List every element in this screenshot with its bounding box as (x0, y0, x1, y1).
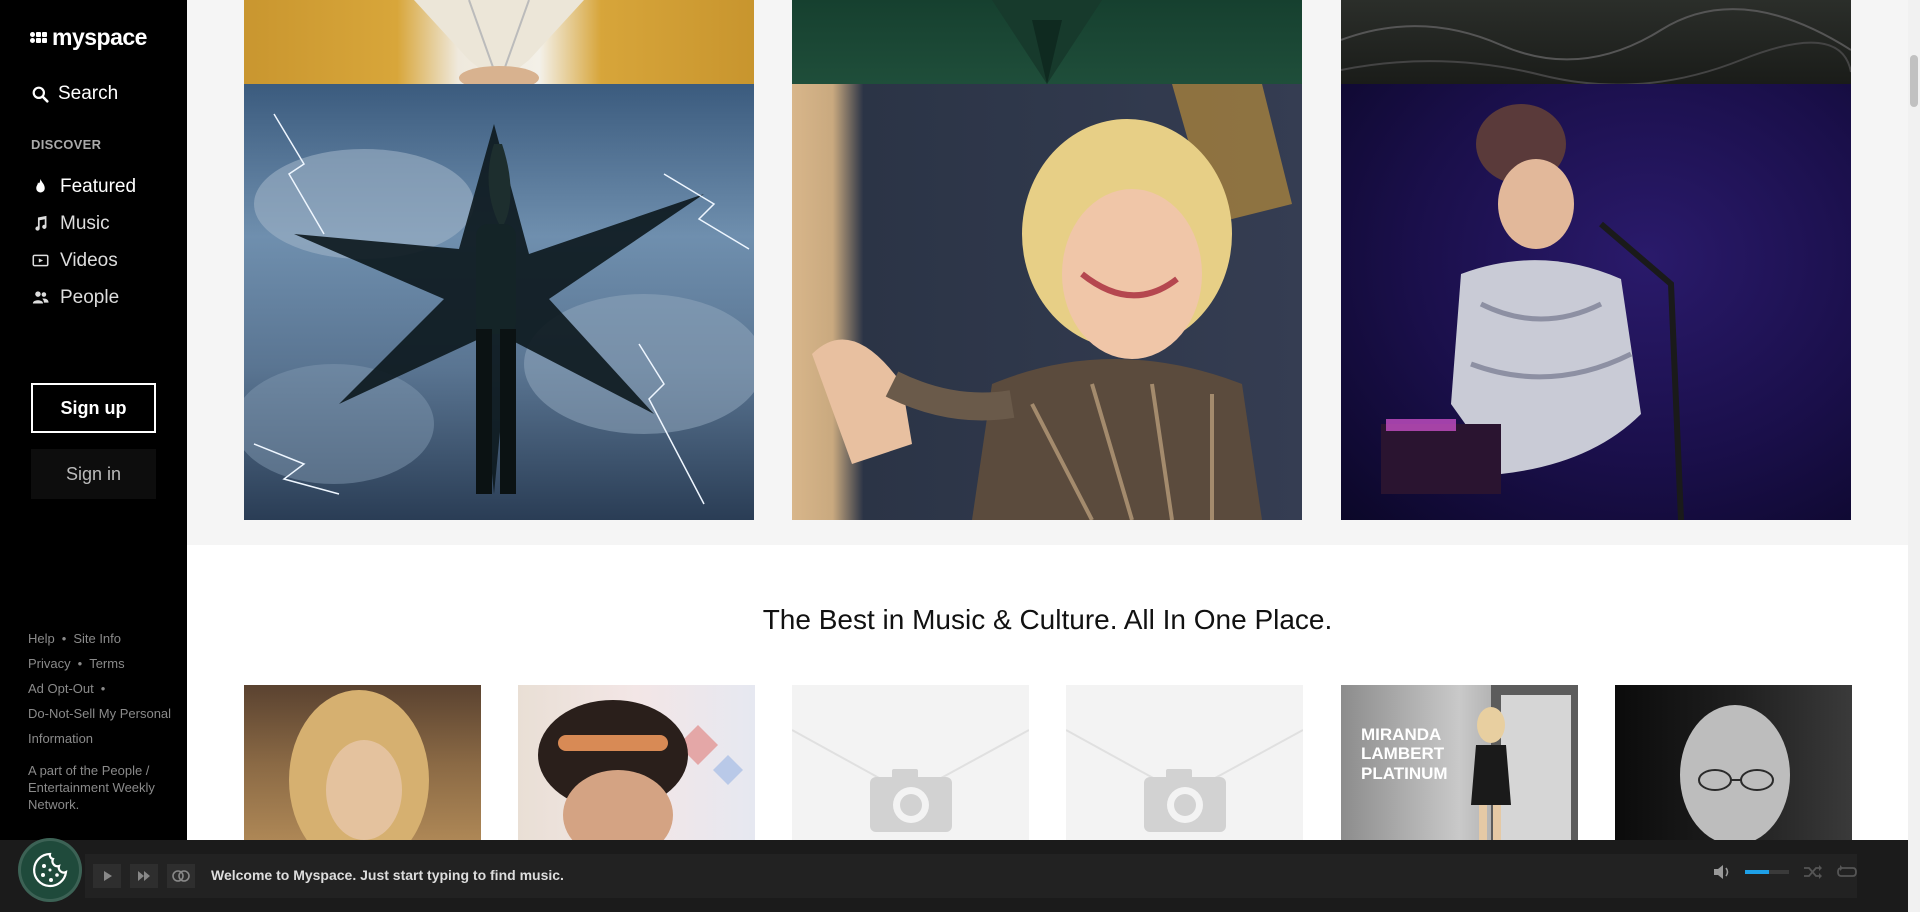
cookie-settings-button[interactable] (18, 838, 82, 902)
player-controls-row: Welcome to Myspace. Just start typing to… (85, 854, 1857, 898)
volume-icon[interactable] (1713, 864, 1731, 880)
people-icon (32, 291, 49, 304)
volume-level (1745, 870, 1770, 874)
dark-texture-art (1341, 8, 1851, 84)
music-player-bar: Welcome to Myspace. Just start typing to… (0, 840, 1908, 912)
connect-button[interactable] (167, 864, 195, 888)
artist-photo-bw-man-glasses[interactable] (1615, 685, 1852, 840)
site-info-link[interactable]: Site Info (73, 631, 121, 646)
logo-mark-icon (30, 32, 47, 43)
scrollbar-thumb[interactable] (1910, 55, 1918, 107)
main-content: The Best in Music & Culture. All In One … (187, 0, 1908, 840)
page-scrollbar[interactable] (1908, 0, 1920, 912)
artist-photo-blonde-singer[interactable] (244, 685, 481, 840)
player-right-controls (1713, 864, 1857, 880)
thumb-art (538, 700, 743, 840)
featured-tile-storm-artist[interactable] (244, 84, 754, 520)
video-icon (32, 254, 49, 267)
album-text-line-2: LAMBERT (1361, 744, 1445, 763)
network-note: A part of the People / Entertainment Wee… (28, 763, 155, 812)
thumb-art (289, 690, 429, 840)
nav-item-videos[interactable]: Videos (32, 242, 136, 279)
shuffle-icon[interactable] (1803, 864, 1823, 880)
nav-label: People (60, 286, 120, 308)
player-welcome-message: Welcome to Myspace. Just start typing to… (211, 867, 564, 883)
album-cover-art: MIRANDA LAMBERT PLATINUM (1361, 685, 1578, 840)
nav-item-people[interactable]: People (32, 279, 136, 316)
volume-slider[interactable] (1745, 870, 1789, 874)
cookie-icon (33, 852, 68, 888)
discover-nav: Featured Music Videos People (32, 168, 136, 316)
camera-placeholder[interactable] (792, 685, 1029, 840)
fast-forward-icon (138, 871, 150, 881)
separator-dot: • (77, 656, 83, 671)
shirt-collar-art (414, 0, 584, 84)
nav-item-featured[interactable]: Featured (32, 168, 136, 205)
section-title: The Best in Music & Culture. All In One … (762, 604, 1333, 635)
music-note-icon (35, 215, 47, 231)
connect-rings-icon (172, 870, 190, 882)
terms-link[interactable]: Terms (89, 656, 124, 671)
help-link[interactable]: Help (28, 631, 55, 646)
play-button[interactable] (93, 864, 121, 888)
album-text-line-3: PLATINUM (1361, 764, 1448, 783)
thumb-art (1680, 705, 1790, 840)
nav-label: Music (60, 212, 110, 234)
nav-label: Videos (60, 249, 118, 271)
album-cover-platinum[interactable]: MIRANDA LAMBERT PLATINUM (1341, 685, 1578, 840)
do-not-sell-link[interactable]: Do-Not-Sell My Personal Information (28, 706, 171, 746)
separator-dot: • (61, 631, 67, 646)
nav-label: Featured (60, 175, 137, 197)
featured-tile-top-1[interactable] (244, 0, 754, 84)
featured-tile-blonde-singer[interactable] (792, 84, 1302, 520)
blonde-singer-art (812, 84, 1292, 520)
featured-tile-top-2[interactable] (792, 0, 1302, 84)
performer-on-stage-art (1381, 104, 1684, 520)
discover-heading: DISCOVER (31, 137, 102, 152)
camera-icon (1066, 729, 1303, 832)
ad-opt-out-link[interactable]: Ad Opt-Out (28, 681, 94, 696)
storm-star-art (244, 113, 754, 505)
search-link[interactable]: Search (32, 83, 118, 105)
myspace-logo[interactable]: myspace (30, 24, 147, 51)
green-suit-art (992, 0, 1102, 84)
footer-links: Help • Site Info Privacy • Terms Ad Opt-Out •… (28, 626, 178, 751)
nav-item-music[interactable]: Music (32, 205, 136, 242)
play-icon (104, 871, 112, 881)
privacy-link[interactable]: Privacy (28, 656, 71, 671)
artist-photo-headband-woman[interactable] (518, 685, 755, 840)
separator-dot: • (100, 681, 106, 696)
search-label: Search (58, 83, 119, 104)
featured-tile-top-3[interactable] (1341, 0, 1851, 84)
search-icon (32, 86, 49, 103)
sidebar: myspace Search DISCOVER Featured Music V… (0, 0, 187, 912)
camera-icon (792, 729, 1029, 832)
flame-icon (36, 178, 45, 193)
sign-up-button[interactable]: Sign up (31, 383, 156, 433)
camera-placeholder[interactable] (1066, 685, 1303, 840)
sign-in-button[interactable]: Sign in (31, 449, 156, 499)
featured-tile-performer[interactable] (1341, 84, 1851, 520)
repeat-icon[interactable] (1837, 864, 1857, 880)
logo-text: myspace (52, 24, 147, 50)
album-text-line-1: MIRANDA (1361, 725, 1441, 744)
next-button[interactable] (130, 864, 158, 888)
